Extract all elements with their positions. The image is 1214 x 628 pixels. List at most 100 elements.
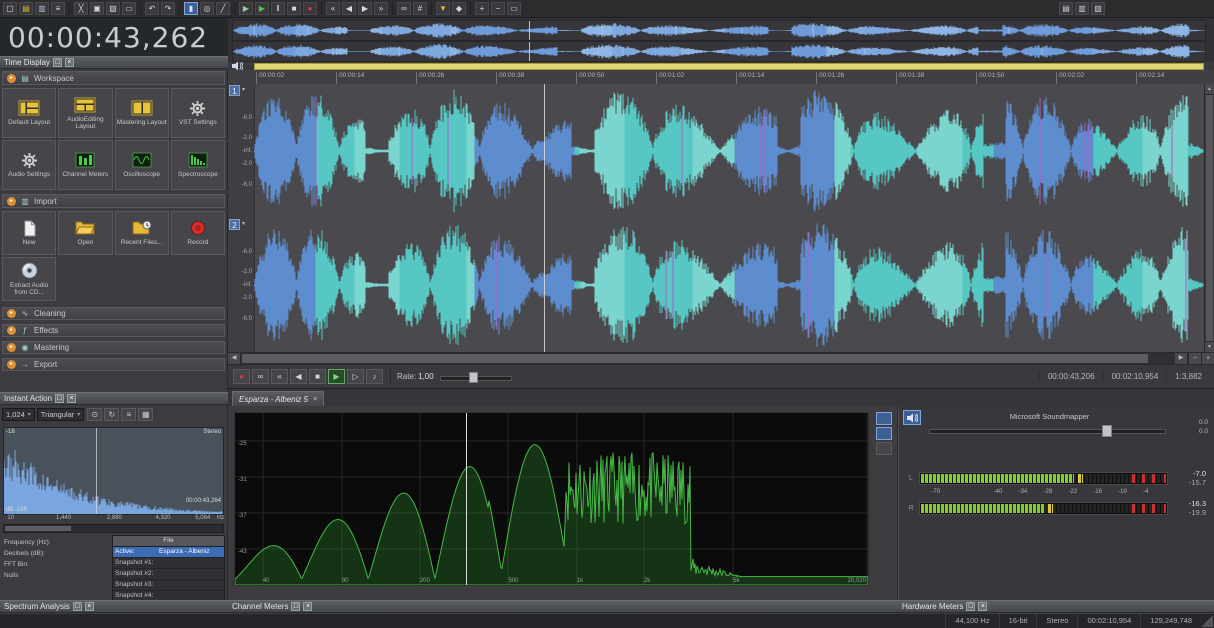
scrollbar-thumb[interactable] <box>1206 95 1213 341</box>
loop-playback-button[interactable]: ∞ <box>252 369 269 384</box>
time-display-titlebar[interactable]: Time Display □ × <box>0 56 228 69</box>
oscilloscope-button[interactable]: Oscilloscope <box>114 140 169 190</box>
pencil-icon[interactable]: ╱ <box>216 2 230 15</box>
settings-icon[interactable]: ⊙ <box>87 407 103 421</box>
region-icon[interactable]: ◆ <box>452 2 466 15</box>
vertical-scrollbar[interactable]: ▲ ▼ <box>1204 84 1214 352</box>
close-icon[interactable]: × <box>67 394 77 403</box>
undo-icon[interactable]: ↶ <box>145 2 159 15</box>
extract-audio-cd-button[interactable]: Extract Audio from CD... <box>2 257 57 301</box>
play-icon[interactable]: ▶ <box>255 2 269 15</box>
scroll-up-icon[interactable]: ▲ <box>1205 84 1214 95</box>
slider-handle[interactable] <box>1102 425 1112 437</box>
play-all-icon[interactable]: ▶ <box>239 2 253 15</box>
layout-cascade-icon[interactable]: ▧ <box>1091 2 1105 15</box>
play-button[interactable]: ▶ <box>328 369 345 384</box>
marker-icon[interactable]: ▼ <box>436 2 450 15</box>
output-volume-slider[interactable] <box>929 424 1166 437</box>
new-icon[interactable]: ▢ <box>3 2 17 15</box>
zoom-selection-icon[interactable]: ▭ <box>507 2 521 15</box>
loop-icon[interactable]: ∞ <box>397 2 411 15</box>
zoom-out-icon[interactable]: − <box>1188 353 1201 364</box>
scroll-down-icon[interactable]: ▼ <box>1205 341 1214 352</box>
instant-action-titlebar[interactable]: Instant Action □ × <box>0 392 228 405</box>
restore-icon[interactable]: □ <box>52 58 62 67</box>
default-layout-button[interactable]: Default Layout <box>2 88 57 138</box>
meter-mode-button[interactable] <box>876 412 892 425</box>
meter-clip-indicator[interactable] <box>1164 503 1166 513</box>
open-icon[interactable]: ▤ <box>19 2 33 15</box>
meter-hold-button[interactable] <box>876 427 892 440</box>
pause-icon[interactable]: ‖ <box>271 2 285 15</box>
chevron-down-icon[interactable]: ▾ <box>242 220 245 227</box>
record-button[interactable]: ● <box>233 369 250 384</box>
zoom-in-icon[interactable]: + <box>1201 353 1214 364</box>
cut-icon[interactable]: ╳ <box>74 2 88 15</box>
channel-badge[interactable]: 2 <box>229 219 240 230</box>
stop-icon[interactable]: ■ <box>287 2 301 15</box>
refresh-icon[interactable]: ↻ <box>104 407 120 421</box>
scroll-right-icon[interactable]: ▶ <box>1175 353 1188 364</box>
save-icon[interactable]: ▥ <box>35 2 49 15</box>
output-device-button[interactable] <box>903 410 921 425</box>
go-to-start-button[interactable]: « <box>271 369 288 384</box>
previous-button[interactable]: ◀ <box>290 369 307 384</box>
record-icon[interactable]: ● <box>303 2 317 15</box>
overview-waveform-left[interactable] <box>232 20 1206 41</box>
sidebar-item-mastering[interactable]: ▸ ◉ Mastering <box>2 341 225 354</box>
new-file-button[interactable]: New <box>2 211 57 255</box>
overview-waveform-right[interactable] <box>232 41 1206 62</box>
recent-files-button[interactable]: Recent Files... <box>114 211 169 255</box>
open-file-button[interactable]: Open <box>58 211 113 255</box>
time-ruler[interactable]: 00:00:02 00:00:14 00:00:26 00:00:38 00:00:50… <box>228 70 1214 85</box>
zoom-out-icon[interactable]: − <box>491 2 505 15</box>
snapshot-row[interactable]: Snapshot #3: <box>113 580 224 591</box>
close-icon[interactable]: × <box>84 602 94 611</box>
close-icon[interactable]: × <box>978 602 988 611</box>
mastering-layout-button[interactable]: Mastering Layout <box>114 88 169 138</box>
chevron-down-icon[interactable]: ▾ <box>242 86 245 93</box>
go-start-icon[interactable]: « <box>326 2 340 15</box>
edit-tool-icon[interactable]: ▮ <box>184 2 198 15</box>
go-end-icon[interactable]: » <box>374 2 388 15</box>
waveform-channel-1[interactable] <box>254 84 1204 218</box>
channel-meters-titlebar[interactable]: Channel Meters □ × <box>228 600 898 613</box>
layout-tile-icon[interactable]: ▤ <box>1059 2 1073 15</box>
window-type-select[interactable]: Triangular ▾ <box>36 407 85 421</box>
redo-icon[interactable]: ↷ <box>161 2 175 15</box>
hardware-meters-titlebar[interactable]: Hardware Meters □ × <box>898 600 1214 613</box>
zoom-in-icon[interactable]: + <box>475 2 489 15</box>
layout-split-icon[interactable]: ▥ <box>1075 2 1089 15</box>
record-button[interactable]: Record <box>170 211 225 255</box>
spectrum-scrollbar[interactable] <box>3 524 224 533</box>
copy-icon[interactable]: ▣ <box>90 2 104 15</box>
properties-icon[interactable]: ≡ <box>51 2 65 15</box>
spectrum-analysis-titlebar[interactable]: Spectrum Analysis □ × <box>0 600 228 613</box>
close-icon[interactable]: × <box>64 58 74 67</box>
restore-icon[interactable]: □ <box>966 602 976 611</box>
loop-region-bar[interactable] <box>228 61 1214 71</box>
channel-1[interactable]: -6.0 -2.0 -inf. -2.0 -6.0 1 ▾ <box>228 84 1204 220</box>
magnify-icon[interactable]: ◎ <box>200 2 214 15</box>
scrollbar-track[interactable] <box>241 353 1175 364</box>
audio-settings-button[interactable]: Audio Settings <box>2 140 57 190</box>
scrollbar-thumb[interactable] <box>5 526 71 531</box>
grid-icon[interactable]: ▦ <box>138 407 154 421</box>
channel-2[interactable]: -6.0 -2.0 -inf. -2.0 -6.0 2 ▾ <box>228 218 1204 352</box>
snapshot-row[interactable]: Snapshot #2: <box>113 569 224 580</box>
spectrum-graph[interactable]: -18 dB -159 Stereo 00:00:43,264 <box>3 427 224 515</box>
horizontal-scrollbar[interactable]: ◀ ▶ − + <box>228 352 1214 364</box>
channel-badge[interactable]: 1 <box>229 85 240 96</box>
import-section-header[interactable]: ▸ ▥ Import <box>2 194 225 208</box>
workspace-section-header[interactable]: ▸ ▤ Workspace <box>2 71 225 85</box>
close-icon[interactable]: × <box>303 602 313 611</box>
stop-button[interactable]: ■ <box>309 369 326 384</box>
rate-slider[interactable] <box>439 371 512 383</box>
audioediting-layout-button[interactable]: AudioEditing Layout <box>58 88 113 138</box>
loop-region-strip[interactable] <box>254 63 1204 70</box>
paste-icon[interactable]: ▧ <box>106 2 120 15</box>
sidebar-item-cleaning[interactable]: ▸ ∿ Cleaning <box>2 307 225 320</box>
channel-meters-button[interactable]: Channel Meters <box>58 140 113 190</box>
scroll-left-icon[interactable]: ◀ <box>228 353 241 364</box>
scrub-button[interactable]: ♪ <box>366 369 383 384</box>
